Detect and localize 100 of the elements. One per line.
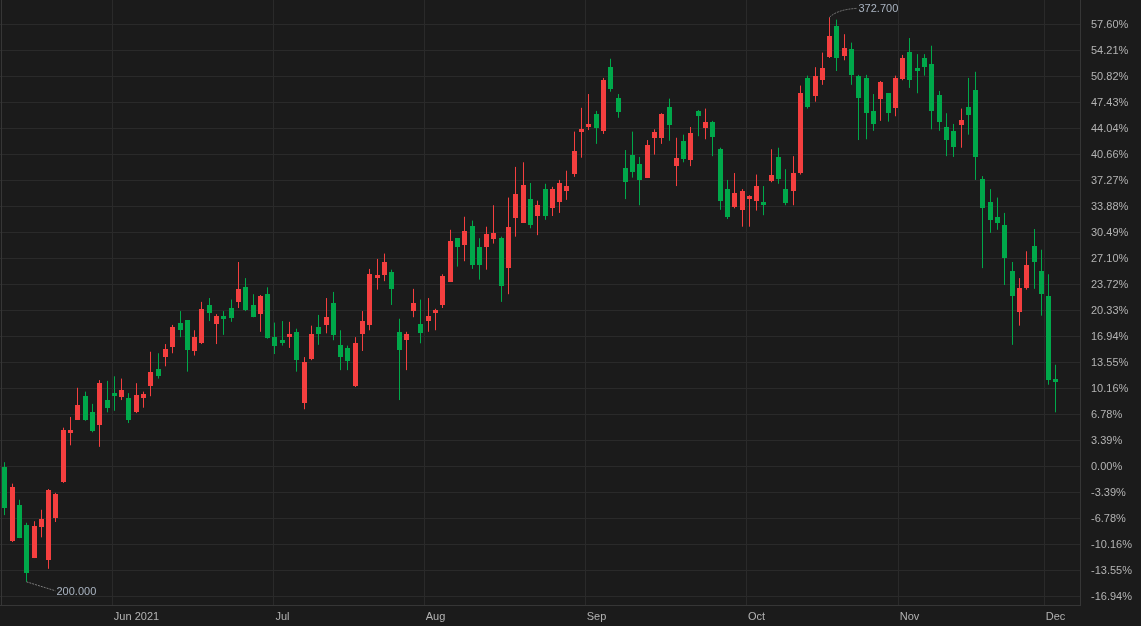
y-axis-label: -6.78% [1091, 512, 1126, 525]
candlestick [499, 236, 504, 303]
candlestick [243, 277, 248, 312]
x-axis-label: Jun 2021 [113, 610, 160, 622]
candlestick [462, 216, 467, 262]
x-axis-label: Aug [425, 610, 446, 622]
candlestick [893, 75, 898, 117]
candlestick [470, 220, 475, 270]
candlestick [710, 120, 715, 157]
candlestick [827, 16, 832, 59]
candlestick [484, 226, 489, 271]
candlestick [112, 375, 117, 412]
y-axis-label: 40.66% [1091, 148, 1129, 161]
candlestick [265, 286, 270, 340]
candlestick [1032, 228, 1037, 290]
candlestick [418, 299, 423, 344]
y-axis-label: -16.94% [1091, 589, 1132, 602]
candlestick [199, 301, 204, 345]
candlestick [703, 108, 708, 140]
candlestick [382, 253, 387, 282]
candlestick [491, 204, 496, 245]
candlestick [331, 291, 336, 341]
candlestick [105, 380, 110, 413]
candlestick [623, 149, 628, 200]
candlestick [856, 74, 861, 141]
candlestick [367, 268, 372, 331]
candlestick [652, 128, 657, 156]
candlestick [579, 107, 584, 159]
candlestick [732, 172, 737, 209]
candlestick [842, 33, 847, 61]
candlestick [185, 319, 190, 373]
candlestick [192, 329, 197, 357]
candlestick [97, 379, 102, 448]
x-axis-label: Nov [899, 610, 920, 622]
candlestick [637, 156, 642, 206]
candlestick [791, 155, 796, 206]
candlestick [944, 112, 949, 157]
y-axis-label: 23.72% [1091, 278, 1129, 291]
y-axis-label: 20.33% [1091, 304, 1129, 317]
candlestick [900, 54, 905, 81]
x-axis-label: Dec [1045, 610, 1066, 622]
candlestick [776, 147, 781, 185]
candlestick [1039, 249, 1044, 317]
y-axis-label: 44.04% [1091, 122, 1129, 135]
leader-line [829, 7, 858, 18]
candlestick [207, 297, 212, 322]
candlestick [988, 188, 993, 234]
candlestick [754, 174, 759, 212]
y-axis-label: 13.55% [1091, 356, 1129, 369]
y-axis-label: 33.88% [1091, 200, 1129, 213]
candlestick [513, 166, 518, 238]
candlestick [68, 416, 73, 446]
candlestick [1017, 277, 1022, 327]
candlestick [769, 148, 774, 183]
candlestick [667, 98, 672, 142]
candlestick [572, 131, 577, 178]
candlestick [886, 92, 891, 123]
y-axis-label: 47.43% [1091, 96, 1129, 109]
candlestick [345, 345, 350, 371]
leader-line [26, 581, 56, 592]
candlestick [813, 66, 818, 103]
y-axis-label: 10.16% [1091, 382, 1129, 395]
candlestick [148, 351, 153, 397]
y-axis-label: -3.39% [1091, 486, 1126, 499]
candlestick [630, 131, 635, 179]
candlestick [389, 269, 394, 306]
candlestick [937, 90, 942, 132]
candlestick [353, 336, 358, 388]
candlestick [316, 314, 321, 346]
candlestick [550, 186, 555, 217]
candlestick [302, 356, 307, 410]
candlestick [141, 391, 146, 409]
y-axis-label: 3.39% [1091, 434, 1123, 446]
candlestick [747, 194, 752, 228]
price-label: 200.000 [56, 584, 97, 597]
candlestick [878, 80, 883, 122]
candlestick [674, 137, 679, 187]
candlestick [696, 109, 701, 137]
candlestick [2, 461, 7, 516]
candlestick [659, 112, 664, 145]
candlestick [725, 179, 730, 220]
y-axis-label: -10.16% [1091, 537, 1132, 550]
candlestick [477, 237, 482, 281]
y-axis-label: 37.27% [1091, 174, 1129, 187]
candlestick [375, 258, 380, 291]
candlestick [564, 170, 569, 201]
x-axis-label: Oct [747, 610, 766, 622]
candlestick [221, 310, 226, 336]
candlestick [535, 200, 540, 236]
candlestick [864, 74, 869, 140]
candlestick [236, 261, 241, 309]
candlestick [871, 93, 876, 132]
y-axis-label: 54.21% [1091, 44, 1129, 57]
candlestick [688, 126, 693, 167]
candlestick [214, 313, 219, 345]
y-axis-label: 57.60% [1091, 18, 1129, 31]
candlestick [170, 324, 175, 354]
candlestick [134, 382, 139, 414]
candlestick [820, 52, 825, 86]
candlestick [39, 509, 44, 538]
